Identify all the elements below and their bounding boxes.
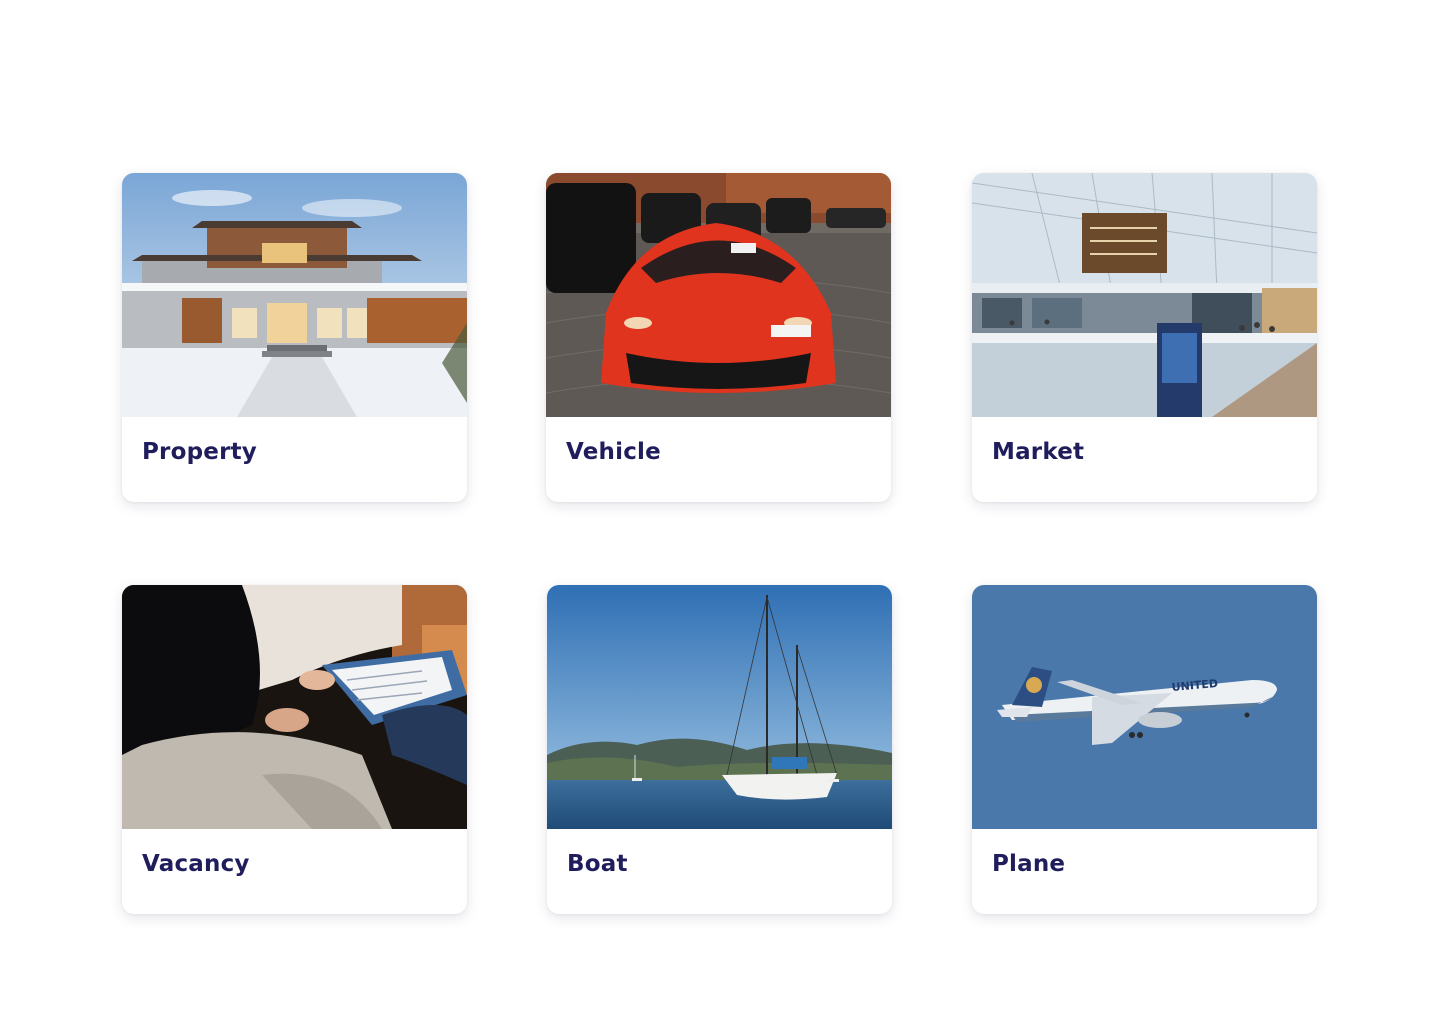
category-label: Boat [567,851,628,877]
boat-image [547,585,892,829]
category-card-vehicle[interactable]: Vehicle [546,173,891,502]
category-grid: Property Vehicle Market Vacancy Boat UNI… [0,0,1440,1024]
category-card-market[interactable]: Market [972,173,1317,502]
category-card-plane[interactable]: UNITED Plane [972,585,1317,914]
category-card-vacancy[interactable]: Vacancy [122,585,467,914]
vacancy-image [122,585,467,829]
plane-image: UNITED [972,585,1317,829]
property-image [122,173,467,417]
category-card-boat[interactable]: Boat [547,585,892,914]
category-label: Market [992,439,1085,465]
category-label: Plane [992,851,1066,877]
market-image [972,173,1317,417]
category-label: Vacancy [142,851,250,877]
vehicle-image [546,173,891,417]
category-label: Vehicle [566,439,661,465]
category-card-property[interactable]: Property [122,173,467,502]
category-label: Property [142,439,257,465]
